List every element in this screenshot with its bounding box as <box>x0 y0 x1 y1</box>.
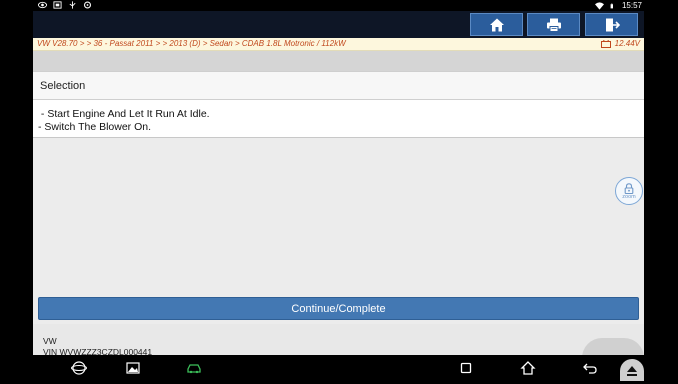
zoom-button[interactable]: zoom <box>615 177 643 205</box>
exit-button[interactable] <box>585 13 638 36</box>
back-icon <box>583 363 597 374</box>
lock-icon <box>624 182 634 194</box>
eject-icon <box>627 366 637 376</box>
back-button[interactable] <box>582 360 598 376</box>
settings-icon <box>83 1 92 9</box>
car-battery-icon <box>600 39 611 48</box>
nav-home-button[interactable] <box>520 360 536 376</box>
section-header: Selection <box>33 71 644 100</box>
instruction-message: - Start Engine And Let It Run At Idle. -… <box>33 100 644 138</box>
instruction-line-1: - Start Engine And Let It Run At Idle. <box>38 108 210 120</box>
gallery-button[interactable] <box>125 360 141 376</box>
zoom-label: zoom <box>622 193 636 200</box>
recents-button[interactable] <box>458 360 474 376</box>
battery-voltage: 12.44V <box>600 39 640 48</box>
wifi-icon <box>594 1 604 10</box>
breadcrumb-bar: VW V28.70 > > 36 - Passat 2011 > > 2013 … <box>33 38 644 51</box>
continue-complete-button[interactable]: Continue/Complete <box>38 297 639 320</box>
home-button[interactable] <box>470 13 523 36</box>
print-icon <box>546 18 561 32</box>
vci-icon <box>187 364 201 374</box>
clock: 15:57 <box>621 1 642 10</box>
print-button[interactable] <box>527 13 580 36</box>
gallery-icon <box>126 362 140 374</box>
browser-button[interactable] <box>71 360 87 376</box>
navigation-bar <box>0 355 678 381</box>
footer-tab <box>582 338 644 355</box>
browser-icon <box>71 361 87 375</box>
eject-button[interactable] <box>620 359 644 381</box>
breadcrumb: VW V28.70 > > 36 - Passat 2011 > > 2013 … <box>37 39 346 48</box>
screenshot-icon <box>53 1 62 9</box>
home-icon <box>520 361 536 375</box>
instruction-line-2: - Switch The Blower On. <box>38 121 152 133</box>
section-title: Selection <box>40 80 86 92</box>
usb-icon <box>69 1 76 9</box>
app-screen: VW V28.70 > > 36 - Passat 2011 > > 2013 … <box>33 11 644 355</box>
exit-icon <box>605 18 620 31</box>
home-icon <box>489 18 504 31</box>
vehicle-vin: VIN WVWZZZ3CZDL000441 <box>43 347 153 355</box>
vehicle-info-footer: VW VIN WVWZZZ3CZDL000441 <box>33 324 644 355</box>
eye-icon <box>38 1 47 9</box>
voltage-value: 12.44V <box>614 39 640 48</box>
recents-icon <box>460 362 472 374</box>
header-spacer <box>33 51 644 71</box>
toolbar <box>33 11 644 38</box>
vehicle-make: VW <box>43 336 57 346</box>
status-bar: 15:57 <box>0 0 678 11</box>
vci-button[interactable] <box>186 360 202 376</box>
battery-icon <box>610 3 613 8</box>
